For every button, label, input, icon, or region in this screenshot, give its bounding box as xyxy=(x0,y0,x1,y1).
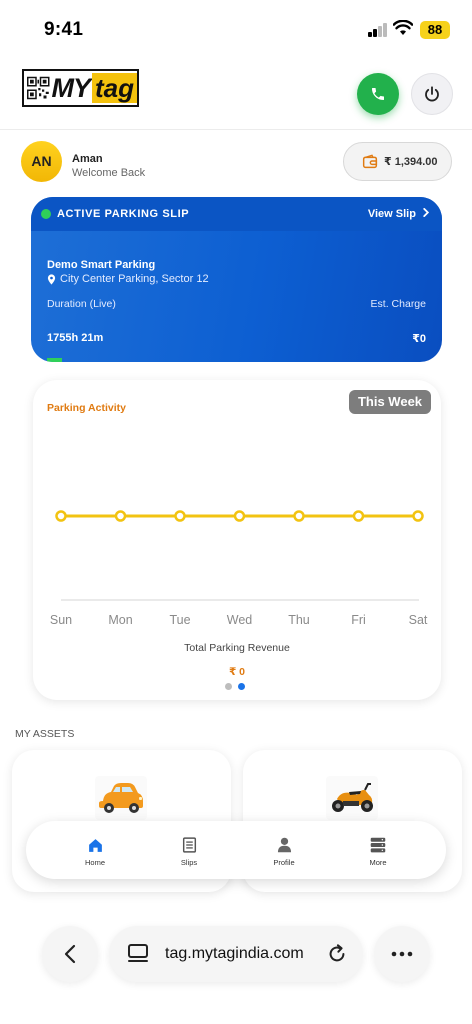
car-icon xyxy=(99,783,143,813)
revenue-label: Total Parking Revenue xyxy=(184,642,290,654)
parking-location-name: Demo Smart Parking xyxy=(47,259,156,271)
pager-dot-2[interactable] xyxy=(238,683,245,690)
slips-icon xyxy=(182,837,196,853)
location-pin-icon xyxy=(47,273,56,285)
browser-back-button[interactable] xyxy=(42,926,98,982)
x-tick-label-tue: Tue xyxy=(169,613,190,627)
wallet-icon xyxy=(362,154,378,168)
tab-home[interactable]: Home xyxy=(65,835,125,867)
qr-code-icon xyxy=(27,76,50,100)
duration-label: Duration (Live) xyxy=(47,298,116,310)
more-icon xyxy=(370,837,386,853)
x-tick-label-fri: Fri xyxy=(351,613,366,627)
call-button[interactable] xyxy=(357,73,399,115)
charge-label: Est. Charge xyxy=(370,298,426,310)
x-tick-label-wed: Wed xyxy=(227,613,253,627)
data-point-tue[interactable] xyxy=(174,510,186,522)
parking-activity-card: Parking Activity This Week Sun Mon Tue Wed T… xyxy=(33,380,441,700)
x-tick-label-mon: Mon xyxy=(108,613,132,627)
chart-pager[interactable] xyxy=(225,683,245,690)
battery-indicator: 88 xyxy=(420,21,450,39)
logout-power-button[interactable] xyxy=(411,73,453,115)
wifi-icon xyxy=(393,20,413,35)
data-point-thu[interactable] xyxy=(293,510,305,522)
chevron-right-icon xyxy=(423,208,430,217)
wallet-balance-button[interactable]: ₹ 1,394.00 xyxy=(343,142,452,181)
signal-icon xyxy=(368,23,388,37)
home-icon xyxy=(88,838,102,852)
welcome-text: Welcome Back xyxy=(72,167,146,179)
my-assets-heading: MY ASSETS xyxy=(15,728,75,740)
user-name: Aman xyxy=(72,153,103,165)
data-point-wed[interactable] xyxy=(233,510,246,522)
ellipsis-icon xyxy=(391,951,413,957)
data-point-sat[interactable] xyxy=(412,510,424,522)
app-header: MY tag xyxy=(0,58,472,130)
view-slip-label: View Slip xyxy=(367,208,416,220)
profile-icon xyxy=(277,837,291,853)
chevron-left-icon xyxy=(64,944,76,964)
tab-home-label: Home xyxy=(84,858,105,867)
tab-more-label: More xyxy=(369,858,387,867)
page-menu-icon[interactable] xyxy=(127,943,149,965)
duration-value: 1755h 21m xyxy=(47,332,104,344)
power-icon xyxy=(425,86,439,102)
tab-profile[interactable]: Profile xyxy=(254,835,314,867)
browser-more-button[interactable] xyxy=(374,926,430,982)
browser-address-bar[interactable]: tag.mytagindia.com xyxy=(109,926,363,982)
phone-icon xyxy=(372,88,384,100)
status-bar: 9:41 88 xyxy=(0,0,472,58)
active-status-dot xyxy=(41,209,51,219)
parking-address: City Center Parking, Sector 12 xyxy=(60,273,209,285)
tab-more[interactable]: More xyxy=(348,835,408,867)
pager-dot-1[interactable] xyxy=(225,683,232,690)
mytag-logo[interactable]: MY tag xyxy=(22,69,139,107)
browser-url: tag.mytagindia.com xyxy=(165,945,304,962)
tab-profile-label: Profile xyxy=(273,858,295,867)
view-slip-link[interactable]: View Slip xyxy=(368,208,430,220)
user-avatar[interactable]: AN xyxy=(21,141,62,182)
slip-progress-bar xyxy=(47,358,62,362)
browser-toolbar: tag.mytagindia.com xyxy=(0,920,472,1024)
tab-slips[interactable]: Slips xyxy=(159,835,219,867)
car-thumbnail xyxy=(95,776,147,820)
tab-slips-label: Slips xyxy=(180,858,198,867)
bottom-tab-bar: Home Slips Profile More xyxy=(26,821,446,879)
logo-text-tag: tag xyxy=(92,73,137,103)
slip-title: ACTIVE PARKING SLIP xyxy=(57,208,190,220)
status-time: 9:41 xyxy=(44,19,84,40)
logo-text-my: MY xyxy=(51,72,91,103)
charge-value: ₹0 xyxy=(412,333,426,345)
scooter-icon xyxy=(332,783,373,812)
wallet-amount: ₹ 1,394.00 xyxy=(384,156,438,168)
data-point-mon[interactable] xyxy=(114,510,127,522)
scooter-thumbnail xyxy=(326,776,378,820)
revenue-total: ₹ 0 xyxy=(228,666,246,678)
data-point-sun[interactable] xyxy=(55,510,67,522)
x-tick-label-sun: Sun xyxy=(50,613,72,627)
x-tick-label-thu: Thu xyxy=(288,613,310,627)
x-tick-label-sat: Sat xyxy=(409,613,428,627)
reload-icon[interactable] xyxy=(326,943,348,965)
activity-line-chart: Sun Mon Tue Wed Thu Fri Sat xyxy=(50,510,428,627)
parking-address-row: City Center Parking, Sector 12 xyxy=(47,273,209,285)
data-point-fri[interactable] xyxy=(352,510,365,522)
active-parking-slip-card[interactable]: ACTIVE PARKING SLIP View Slip Demo Smart… xyxy=(31,197,442,362)
